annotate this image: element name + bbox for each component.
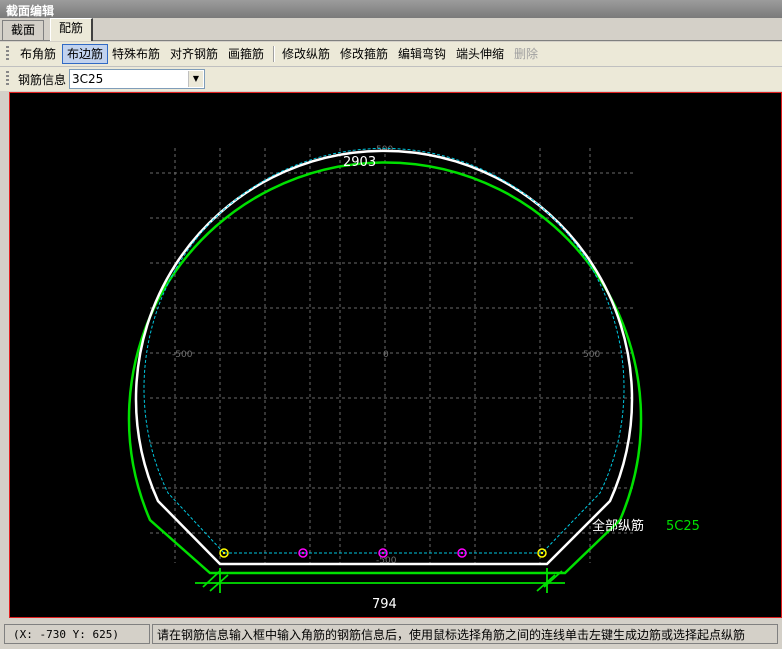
rebar-info-bar: 钢筋信息 3C25 ▼ (0, 67, 782, 91)
tab-section[interactable]: 截面 (2, 20, 45, 40)
rebar-label-prefix: 全部纵筋 (592, 518, 644, 534)
status-coordinates: (X: -730 Y: 625) (4, 624, 150, 644)
toolbar: 布角筋 布边筋 特殊布筋 对齐钢筋 画箍筋 修改纵筋 修改箍筋 编辑弯钩 端头伸… (0, 42, 782, 67)
axis-label-right: 500 (583, 350, 600, 360)
toolbar-grip[interactable] (6, 46, 9, 62)
chevron-down-icon[interactable]: ▼ (188, 71, 203, 87)
status-message: 请在钢筋信息输入框中输入角筋的钢筋信息后，使用鼠标选择角筋之间的连线单击左键生成… (152, 624, 778, 644)
infobar-grip[interactable] (6, 71, 9, 87)
drawing-canvas[interactable]: -500 0 500 -500 500 794 2903 全部纵筋 5C25 (9, 92, 782, 618)
status-bar: (X: -730 Y: 625) 请在钢筋信息输入框中输入角筋的钢筋信息后，使用… (0, 620, 782, 649)
axis-label-left: -500 (172, 350, 193, 360)
delete-button[interactable]: 删除 (510, 44, 542, 64)
tab-bar: 截面 配筋 (0, 18, 782, 41)
align-bar-button[interactable]: 对齐钢筋 (166, 44, 222, 64)
bottom-dimension-label: 794 (372, 597, 397, 612)
top-dimension-label: 2903 (343, 155, 376, 170)
window-title-bar: 截面编辑 (0, 0, 782, 18)
edit-longitudinal-bar-button[interactable]: 修改纵筋 (278, 44, 334, 64)
tab-reinforcement[interactable]: 配筋 (50, 18, 94, 41)
place-corner-bar-button[interactable]: 布角筋 (16, 44, 60, 64)
rebar-info-label: 钢筋信息 (18, 73, 67, 87)
window-title: 截面编辑 (6, 4, 55, 18)
draw-stirrup-button[interactable]: 画箍筋 (224, 44, 268, 64)
rebar-label-value: 5C25 (666, 519, 700, 534)
toolbar-separator (273, 46, 275, 62)
rebar-info-value[interactable]: 3C25 (72, 72, 103, 86)
place-edge-bar-button[interactable]: 布边筋 (62, 44, 109, 64)
axis-label-center: 0 (383, 350, 389, 360)
end-extend-button[interactable]: 端头伸缩 (452, 44, 508, 64)
edit-hook-button[interactable]: 编辑弯钩 (394, 44, 450, 64)
edit-stirrup-button[interactable]: 修改箍筋 (336, 44, 392, 64)
rebar-info-combo[interactable]: 3C25 ▼ (69, 69, 205, 89)
special-bar-button[interactable]: 特殊布筋 (108, 44, 164, 64)
section-outline (127, 161, 643, 575)
section-drawing[interactable]: -500 0 500 -500 500 794 2903 全部纵筋 5C25 (10, 93, 781, 617)
